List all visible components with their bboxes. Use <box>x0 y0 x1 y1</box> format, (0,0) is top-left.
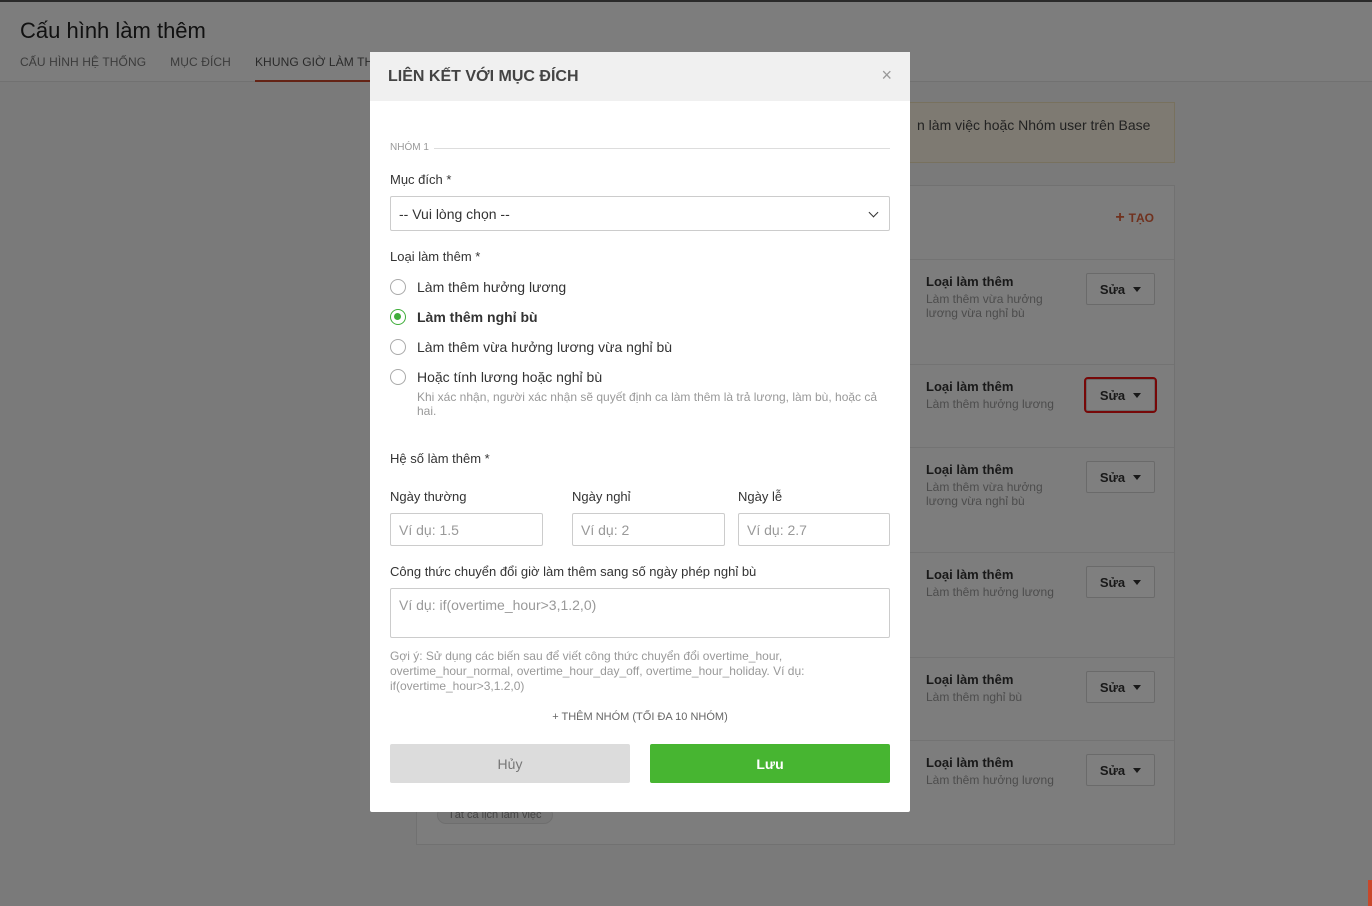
radio-option-compensatory-leave[interactable]: Làm thêm nghỉ bù <box>390 309 538 325</box>
radio-label: Làm thêm vừa hưởng lương vừa nghỉ bù <box>417 339 673 355</box>
radio-option-paid-or-leave[interactable]: Hoặc tính lương hoặc nghỉ bù <box>390 369 602 385</box>
add-group-link[interactable]: + THÊM NHÓM (TỐI ĐA 10 NHÓM) <box>370 711 910 723</box>
save-button[interactable]: Lưu <box>650 744 890 783</box>
group-divider <box>434 148 890 149</box>
radio-button[interactable] <box>390 339 406 355</box>
option-hint: Khi xác nhận, người xác nhận sẽ quyết đị… <box>417 390 878 418</box>
day-off-label: Ngày nghỉ <box>572 489 631 504</box>
radio-option-paid-and-leave[interactable]: Làm thêm vừa hưởng lương vừa nghỉ bù <box>390 339 672 355</box>
chevron-down-icon <box>868 207 879 218</box>
cancel-button[interactable]: Hủy <box>390 744 630 783</box>
radio-button[interactable] <box>390 279 406 295</box>
coefficient-label: Hệ số làm thêm * <box>390 451 490 466</box>
modal-title: LIÊN KẾT VỚI MỤC ĐÍCH <box>388 68 579 85</box>
radio-button-checked[interactable] <box>390 309 406 325</box>
radio-label: Hoặc tính lương hoặc nghỉ bù <box>417 369 603 385</box>
radio-label: Làm thêm hưởng lương <box>417 279 567 295</box>
formula-hint: Gợi ý: Sử dụng các biến sau để viết công… <box>390 649 805 693</box>
group-label: NHÓM 1 <box>390 142 429 153</box>
purpose-select[interactable]: -- Vui lòng chọn -- <box>390 196 890 231</box>
radio-label: Làm thêm nghỉ bù <box>417 309 538 325</box>
weekday-coefficient-input[interactable]: Ví dụ: 1.5 <box>390 513 543 546</box>
close-icon[interactable]: × <box>881 65 892 86</box>
day-off-coefficient-input[interactable]: Ví dụ: 2 <box>572 513 725 546</box>
radio-option-paid[interactable]: Làm thêm hưởng lương <box>390 279 566 295</box>
purpose-label: Mục đích * <box>390 172 452 187</box>
holiday-coefficient-input[interactable]: Ví dụ: 2.7 <box>738 513 890 546</box>
holiday-label: Ngày lễ <box>738 489 783 504</box>
link-purpose-modal: LIÊN KẾT VỚI MỤC ĐÍCH × NHÓM 1 Mục đích … <box>370 52 910 812</box>
modal-header: LIÊN KẾT VỚI MỤC ĐÍCH × <box>370 52 910 101</box>
overtime-type-label: Loại làm thêm * <box>390 249 481 264</box>
weekday-label: Ngày thường <box>390 489 467 504</box>
purpose-select-value: -- Vui lòng chọn -- <box>399 206 510 222</box>
scroll-indicator <box>1368 880 1372 906</box>
formula-label: Công thức chuyển đổi giờ làm thêm sang s… <box>390 564 757 579</box>
radio-button[interactable] <box>390 369 406 385</box>
formula-textarea[interactable]: Ví dụ: if(overtime_hour>3,1.2,0) <box>390 588 890 638</box>
